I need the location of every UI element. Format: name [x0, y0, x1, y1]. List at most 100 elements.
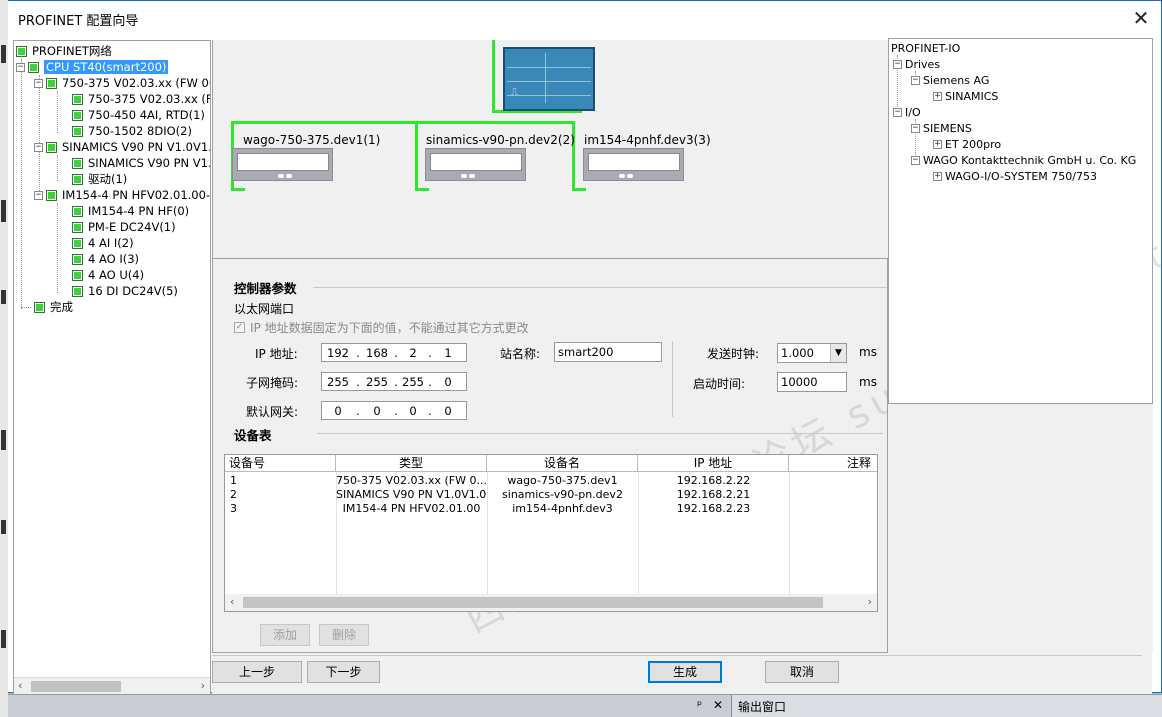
pin-icon[interactable]: ᵖ [697, 698, 702, 712]
table-horizontal-scrollbar[interactable]: ‹ › [225, 594, 877, 611]
subnet-mask-field[interactable]: 255. 255. 255. 0 [321, 372, 467, 391]
column-header[interactable]: 设备名 [487, 455, 638, 472]
tree-item-module[interactable]: 4 AO U(4) [72, 267, 144, 283]
network-tree: PROFINET网络 − CPU ST40(smart200) − 750-37… [13, 40, 211, 695]
scroll-right-icon[interactable]: › [868, 595, 872, 608]
scroll-left-icon[interactable]: ‹ [18, 679, 22, 692]
fixed-ip-checkbox[interactable]: ✓ IP 地址数据固定为下面的值，不能通过其它方式更改 [234, 319, 529, 336]
im154-device-icon[interactable] [583, 148, 684, 181]
tree-item-wago[interactable]: − 750-375 V02.03.xx (FW 06), [34, 75, 210, 91]
subnet-label: 子网掩码: [246, 376, 299, 390]
wizard-footer: 上一步 下一步 生成 取消 [212, 653, 1152, 695]
close-icon[interactable]: ✕ [713, 698, 723, 712]
sinamics-device-icon[interactable] [425, 148, 526, 181]
tree-item-module[interactable]: 750-375 V02.03.xx (FW [72, 91, 210, 107]
tree-item-sinamics[interactable]: + SINAMICS [933, 88, 998, 104]
expand-icon[interactable]: + [933, 171, 942, 181]
tree-item-drives[interactable]: − Drives [893, 56, 940, 72]
expand-icon[interactable]: + [933, 139, 942, 149]
generate-button[interactable]: 生成 [648, 661, 722, 683]
scrollbar-thumb[interactable] [243, 597, 823, 608]
cpu-plc-icon[interactable]: ⎍ [503, 47, 595, 111]
table-cell: wago-750-375.dev1 [507, 474, 618, 487]
table-cell: 192.168.2.21 [676, 488, 751, 501]
tree-item-cpu[interactable]: − CPU ST40(smart200) [16, 59, 169, 75]
table-cell: SINAMICS V90 PN V1.0V1.00 [336, 488, 487, 501]
collapse-icon[interactable]: − [911, 123, 920, 133]
title-bar: PROFINET 配置向导 ✕ [1, 1, 1161, 37]
status-icon [72, 269, 83, 281]
collapse-icon[interactable]: − [911, 155, 920, 165]
gateway-label: 默认网关: [246, 405, 299, 419]
status-icon [72, 205, 83, 217]
background-app-strip [0, 0, 8, 717]
startup-time-input[interactable]: 10000 [777, 372, 847, 392]
station-name-input[interactable]: smart200 [554, 342, 662, 362]
column-header[interactable]: 设备号 [225, 455, 336, 472]
collapse-icon[interactable]: − [893, 59, 902, 69]
wago-device-icon[interactable] [232, 148, 333, 181]
collapse-icon[interactable]: − [911, 75, 920, 85]
tree-horizontal-scrollbar[interactable]: ‹ › [14, 677, 210, 694]
status-icon [72, 285, 83, 297]
collapse-icon[interactable]: − [893, 107, 902, 117]
status-icon [72, 125, 83, 137]
column-header[interactable]: 注释 [789, 455, 877, 472]
column-header[interactable]: 类型 [336, 455, 487, 472]
tree-item-io[interactable]: − I/O [893, 104, 921, 120]
section-title: 控制器参数 [234, 281, 297, 296]
tree-item-module[interactable]: 750-1502 8DIO(2) [72, 123, 192, 139]
status-icon [46, 189, 57, 201]
status-icon [16, 45, 27, 57]
tree-item-wago-system[interactable]: + WAGO-I/O-SYSTEM 750/753 [933, 168, 1097, 184]
ethernet-port-label: 以太网端口 [234, 302, 295, 316]
scroll-left-icon[interactable]: ‹ [230, 595, 234, 608]
delete-button[interactable]: 删除 [319, 624, 369, 646]
status-icon [28, 61, 39, 73]
controller-params-panel: 西门子工业 技术论坛 support.industry.siemens.com/… [212, 18, 1162, 653]
tree-item-module[interactable]: IM154-4 PN HF(0) [72, 203, 189, 219]
tree-item-module[interactable]: 750-450 4AI, RTD(1) [72, 107, 205, 123]
send-clock-select[interactable]: 1.000 ▼ [777, 343, 847, 363]
device-table-title: 设备表 [234, 428, 272, 443]
tree-item-wago-vendor[interactable]: − WAGO Kontakttechnik GmbH u. Co. KG [911, 152, 1136, 168]
status-icon [72, 93, 83, 105]
tree-item-module[interactable]: 驱动(1) [72, 171, 127, 187]
startup-time-unit: ms [859, 375, 877, 389]
expand-icon[interactable]: + [933, 91, 942, 101]
close-icon[interactable]: ✕ [1129, 6, 1153, 30]
cancel-button[interactable]: 取消 [765, 661, 839, 683]
status-icon [72, 237, 83, 249]
tree-item-profinet-network[interactable]: PROFINET网络 [16, 43, 112, 59]
tree-item-im154[interactable]: − IM154-4 PN HFV02.01.00-im [34, 187, 210, 203]
next-button[interactable]: 下一步 [307, 661, 380, 683]
tree-item-module[interactable]: 4 AO I(3) [72, 251, 139, 267]
tree-item-profinet-io[interactable]: PROFINET-IO [891, 40, 960, 56]
tree-item-siemens[interactable]: − SIEMENS [911, 120, 972, 136]
tree-item-module[interactable]: 16 DI DC24V(5) [72, 283, 178, 299]
ip-address-field[interactable]: 192. 168. 2. 1 [321, 343, 467, 362]
column-header[interactable]: IP 地址 [638, 455, 789, 472]
collapse-icon[interactable]: − [34, 190, 43, 200]
tree-item-finish[interactable]: 完成 [34, 299, 73, 315]
tree-item-sinamics[interactable]: − SINAMICS V90 PN V1.0V1.00 [34, 139, 210, 155]
table-cell: 3 [230, 502, 237, 515]
collapse-icon[interactable]: − [34, 142, 43, 152]
collapse-icon[interactable]: − [16, 62, 25, 72]
tree-item-module[interactable]: 4 AI I(2) [72, 235, 134, 251]
tree-item-et200pro[interactable]: + ET 200pro [933, 136, 1001, 152]
tree-item-module[interactable]: SINAMICS V90 PN V1.0(0 [72, 155, 210, 171]
gateway-field[interactable]: 0. 0. 0. 0 [321, 401, 467, 420]
collapse-icon[interactable]: − [34, 78, 43, 88]
add-button[interactable]: 添加 [260, 624, 310, 646]
status-icon [46, 77, 57, 89]
table-cell: sinamics-v90-pn.dev2 [502, 488, 623, 501]
prev-button[interactable]: 上一步 [212, 661, 302, 683]
scrollbar-thumb[interactable] [31, 681, 121, 692]
chevron-down-icon[interactable]: ▼ [830, 344, 846, 362]
output-window-tab[interactable]: 输出窗口 [738, 698, 786, 715]
tree-item-module[interactable]: PM-E DC24V(1) [72, 219, 176, 235]
tree-item-siemens-ag[interactable]: − Siemens AG [911, 72, 989, 88]
scroll-right-icon[interactable]: › [201, 679, 205, 692]
table-cell: 192.168.2.23 [676, 502, 751, 515]
